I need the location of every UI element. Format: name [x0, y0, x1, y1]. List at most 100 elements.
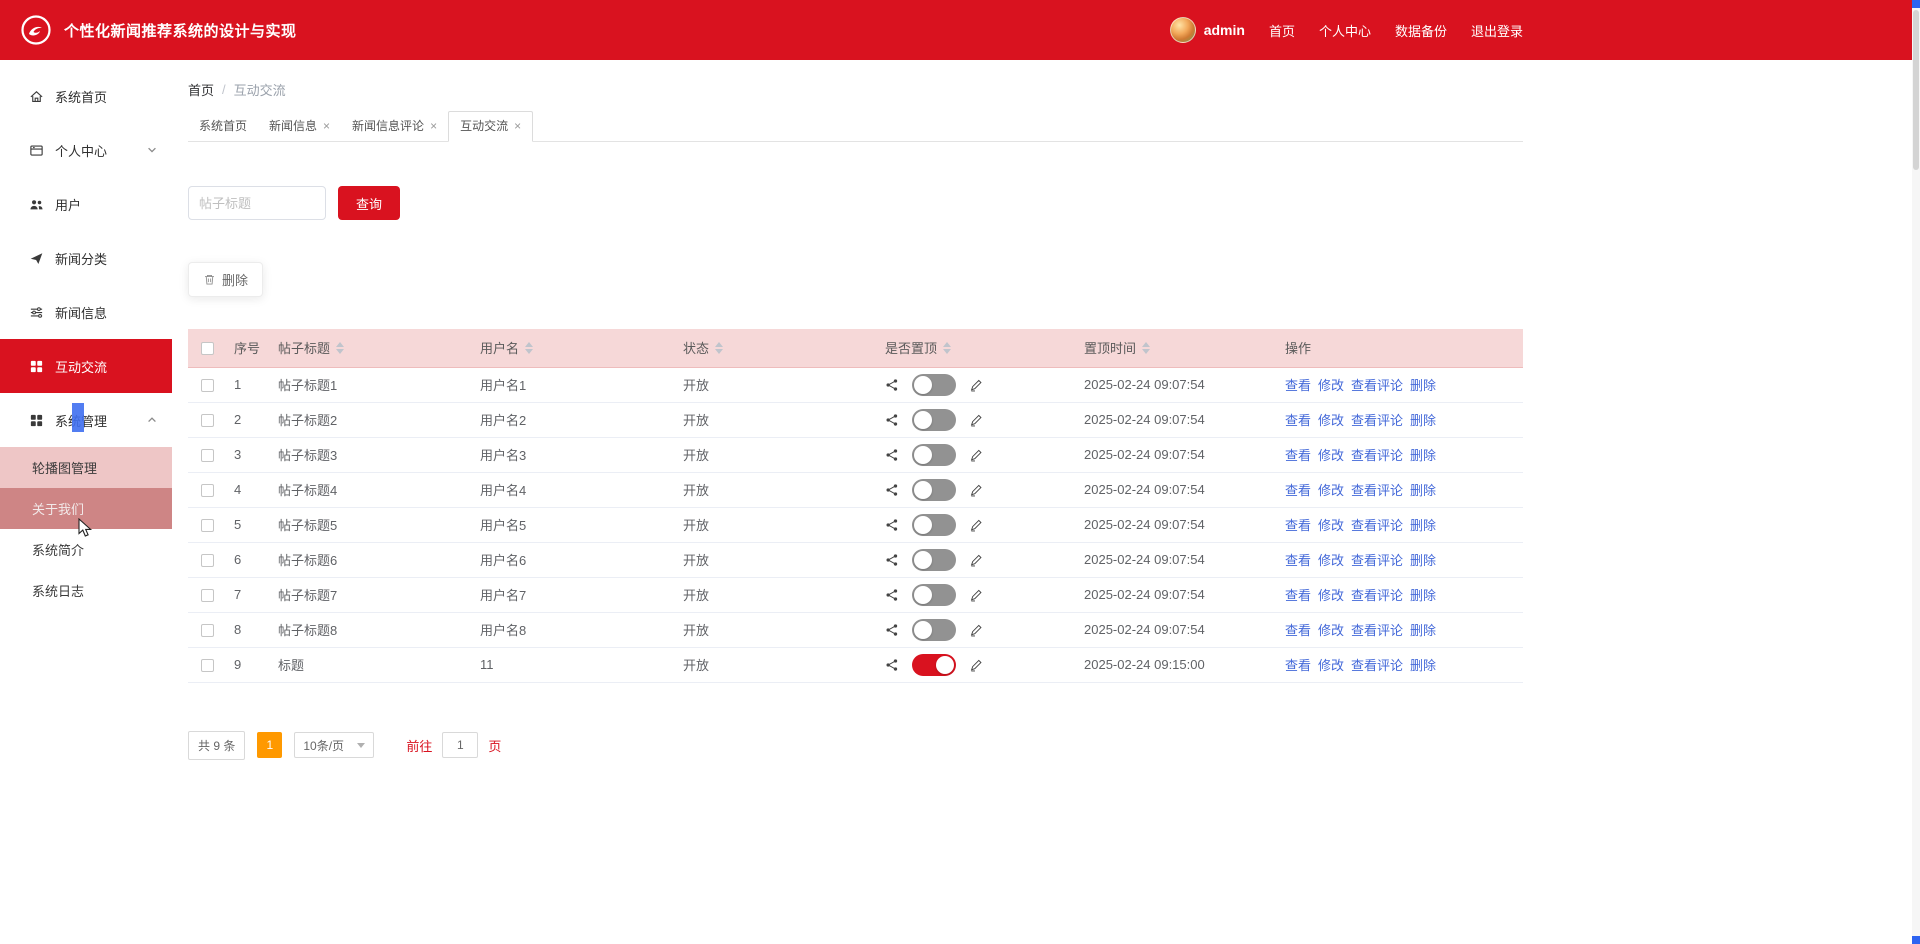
action-view[interactable]: 查看 [1285, 553, 1311, 568]
nav-logout[interactable]: 退出登录 [1471, 21, 1523, 40]
tab-news-info[interactable]: 新闻信息× [258, 112, 341, 141]
action-view[interactable]: 查看 [1285, 623, 1311, 638]
action-view-comments[interactable]: 查看评论 [1351, 553, 1403, 568]
action-edit[interactable]: 修改 [1318, 413, 1344, 428]
edit-icon[interactable] [969, 483, 983, 497]
action-view-comments[interactable]: 查看评论 [1351, 448, 1403, 463]
action-delete[interactable]: 删除 [1410, 378, 1436, 393]
sort-icon[interactable] [943, 342, 951, 354]
close-icon[interactable]: × [430, 120, 437, 132]
nav-backup[interactable]: 数据备份 [1395, 21, 1447, 40]
action-edit[interactable]: 修改 [1318, 518, 1344, 533]
sidebar-subitem-system-log[interactable]: 系统日志 [0, 570, 172, 611]
scrollbar-thumb[interactable] [1913, 10, 1919, 170]
action-view[interactable]: 查看 [1285, 413, 1311, 428]
action-view-comments[interactable]: 查看评论 [1351, 588, 1403, 603]
row-checkbox[interactable] [201, 659, 214, 672]
delete-button[interactable]: 删除 [188, 262, 263, 297]
edit-icon[interactable] [969, 658, 983, 672]
select-all-checkbox[interactable] [201, 342, 214, 355]
edit-icon[interactable] [969, 518, 983, 532]
pin-toggle[interactable] [912, 584, 956, 606]
action-view[interactable]: 查看 [1285, 448, 1311, 463]
edit-icon[interactable] [969, 623, 983, 637]
share-icon[interactable] [885, 413, 899, 427]
close-icon[interactable]: × [514, 120, 521, 132]
row-checkbox[interactable] [201, 589, 214, 602]
sidebar-item-news-category[interactable]: 新闻分类 [0, 231, 172, 285]
sidebar-item-system-management[interactable]: 系统管理 [0, 393, 172, 447]
row-checkbox[interactable] [201, 554, 214, 567]
action-view-comments[interactable]: 查看评论 [1351, 518, 1403, 533]
sidebar-item-news-info[interactable]: 新闻信息 [0, 285, 172, 339]
sort-icon[interactable] [525, 342, 533, 354]
action-delete[interactable]: 删除 [1410, 623, 1436, 638]
breadcrumb-home[interactable]: 首页 [188, 80, 214, 99]
sort-icon[interactable] [715, 342, 723, 354]
action-view[interactable]: 查看 [1285, 588, 1311, 603]
share-icon[interactable] [885, 658, 899, 672]
scrollbar[interactable] [1912, 0, 1920, 944]
action-delete[interactable]: 删除 [1410, 658, 1436, 673]
row-checkbox[interactable] [201, 379, 214, 392]
edit-icon[interactable] [969, 553, 983, 567]
column-header[interactable]: 帖子标题 [270, 329, 472, 367]
avatar[interactable] [1170, 17, 1196, 43]
sidebar-item-home[interactable]: 系统首页 [0, 69, 172, 123]
edit-icon[interactable] [969, 378, 983, 392]
sidebar-subitem-carousel[interactable]: 轮播图管理 [0, 447, 172, 488]
action-edit[interactable]: 修改 [1318, 553, 1344, 568]
search-input[interactable] [188, 186, 326, 220]
scrollbar-bottom-button[interactable] [1912, 936, 1920, 944]
share-icon[interactable] [885, 483, 899, 497]
row-checkbox[interactable] [201, 624, 214, 637]
action-delete[interactable]: 删除 [1410, 413, 1436, 428]
column-header[interactable]: 置顶时间 [1076, 329, 1277, 367]
action-view-comments[interactable]: 查看评论 [1351, 623, 1403, 638]
action-view-comments[interactable]: 查看评论 [1351, 378, 1403, 393]
column-header[interactable]: 是否置顶 [877, 329, 1076, 367]
close-icon[interactable]: × [323, 120, 330, 132]
share-icon[interactable] [885, 588, 899, 602]
action-view[interactable]: 查看 [1285, 483, 1311, 498]
sidebar-item-profile[interactable]: 个人中心 [0, 123, 172, 177]
pin-toggle[interactable] [912, 654, 956, 676]
goto-page-input[interactable] [442, 732, 478, 758]
action-edit[interactable]: 修改 [1318, 483, 1344, 498]
pin-toggle[interactable] [912, 619, 956, 641]
tab-interaction[interactable]: 互动交流× [448, 111, 533, 142]
action-edit[interactable]: 修改 [1318, 588, 1344, 603]
action-view[interactable]: 查看 [1285, 658, 1311, 673]
sidebar-item-users[interactable]: 用户 [0, 177, 172, 231]
share-icon[interactable] [885, 448, 899, 462]
pin-toggle[interactable] [912, 444, 956, 466]
chevron-down-icon[interactable] [147, 145, 157, 155]
action-edit[interactable]: 修改 [1318, 448, 1344, 463]
action-view[interactable]: 查看 [1285, 518, 1311, 533]
nav-profile[interactable]: 个人中心 [1319, 21, 1371, 40]
column-header[interactable]: 状态 [675, 329, 877, 367]
action-delete[interactable]: 删除 [1410, 553, 1436, 568]
action-delete[interactable]: 删除 [1410, 483, 1436, 498]
row-checkbox[interactable] [201, 414, 214, 427]
sidebar-item-interaction[interactable]: 互动交流 [0, 339, 172, 393]
share-icon[interactable] [885, 378, 899, 392]
scrollbar-top-button[interactable] [1912, 0, 1920, 8]
pin-toggle[interactable] [912, 514, 956, 536]
share-icon[interactable] [885, 518, 899, 532]
action-view-comments[interactable]: 查看评论 [1351, 413, 1403, 428]
query-button[interactable]: 查询 [338, 186, 400, 220]
page-size-select[interactable]: 10条/页 [294, 732, 374, 758]
row-checkbox[interactable] [201, 519, 214, 532]
action-view[interactable]: 查看 [1285, 378, 1311, 393]
sort-icon[interactable] [336, 342, 344, 354]
share-icon[interactable] [885, 553, 899, 567]
tab-home[interactable]: 系统首页 [188, 112, 258, 141]
action-delete[interactable]: 删除 [1410, 448, 1436, 463]
pin-toggle[interactable] [912, 374, 956, 396]
action-edit[interactable]: 修改 [1318, 658, 1344, 673]
sidebar-subitem-about-us[interactable]: 关于我们 [0, 488, 172, 529]
action-view-comments[interactable]: 查看评论 [1351, 658, 1403, 673]
pagination-page-button[interactable]: 1 [257, 732, 282, 758]
edit-icon[interactable] [969, 448, 983, 462]
